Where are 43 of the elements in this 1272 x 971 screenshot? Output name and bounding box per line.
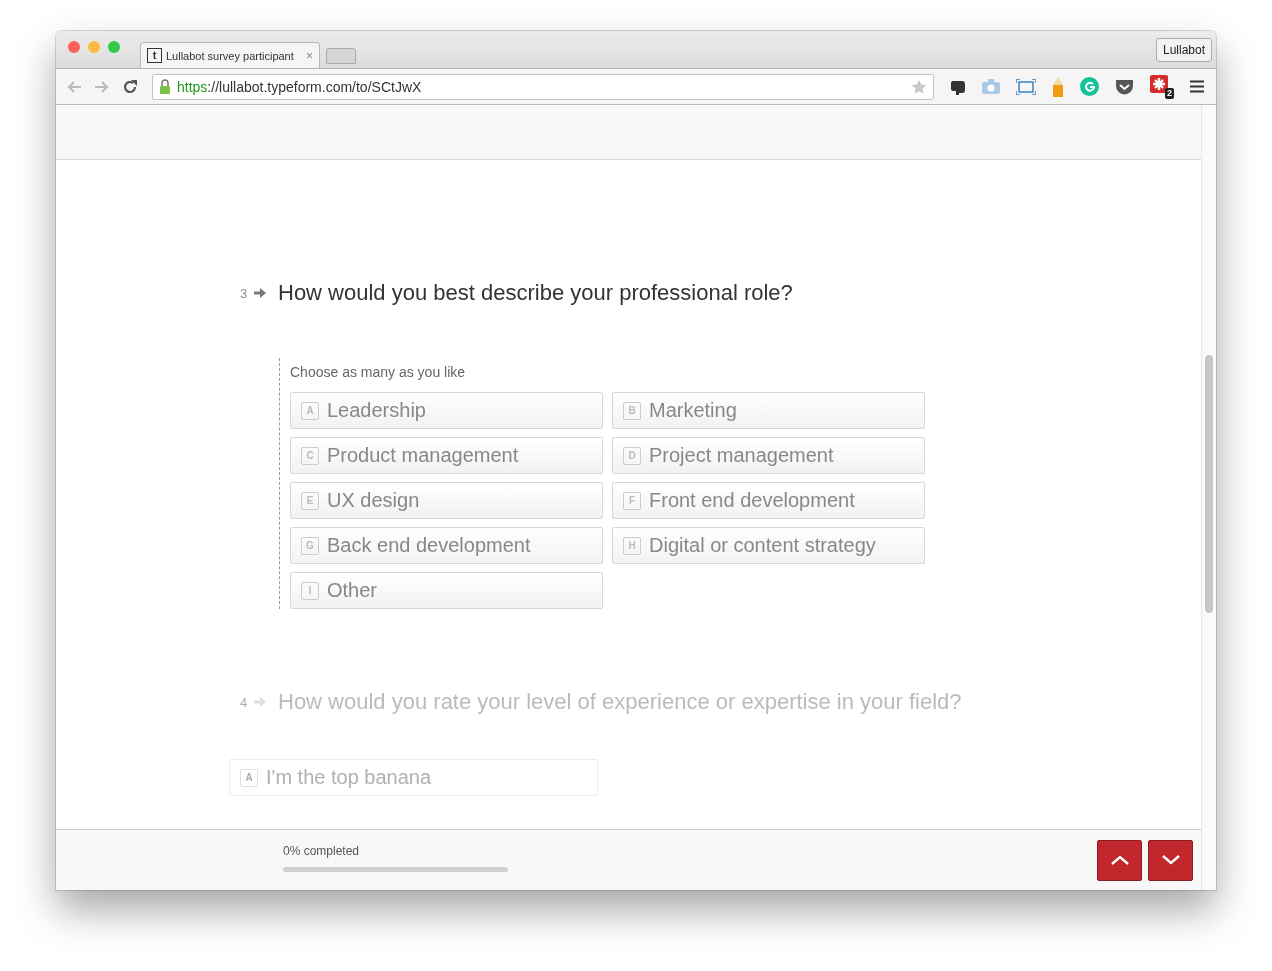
- question-hint: Choose as many as you like: [290, 364, 467, 380]
- choice-option[interactable]: D Project management: [612, 437, 925, 474]
- previous-question-button[interactable]: [1097, 839, 1142, 881]
- question-title: How would you rate your level of experience or expertise in your field?: [278, 689, 962, 715]
- progress-text: 0% completed: [283, 844, 361, 858]
- choice-option[interactable]: A I'm the top banana: [229, 759, 598, 796]
- extension-icon[interactable]: [1150, 74, 1168, 93]
- camera-icon[interactable]: [982, 79, 1000, 94]
- question-number: 3: [240, 285, 249, 301]
- choice-option[interactable]: H Digital or content strategy: [612, 527, 925, 564]
- choice-option[interactable]: C Product management: [290, 437, 603, 474]
- next-question-button[interactable]: [1148, 839, 1193, 881]
- extension-badge: 2: [1165, 87, 1174, 99]
- choice-option[interactable]: E UX design: [290, 482, 603, 519]
- scrollbar-thumb[interactable]: [1205, 355, 1213, 613]
- choice-option[interactable]: B Marketing: [612, 392, 925, 429]
- forward-icon[interactable]: [94, 79, 110, 94]
- new-tab-button[interactable]: [326, 48, 356, 64]
- choice-option[interactable]: G Back end development: [290, 527, 603, 564]
- reload-icon[interactable]: [122, 78, 138, 95]
- choice-option[interactable]: F Front end development: [612, 482, 925, 519]
- question-number: 4: [240, 694, 249, 710]
- profile-button[interactable]: Lullabot: [1155, 37, 1212, 62]
- menu-icon[interactable]: [1190, 80, 1204, 93]
- chevron-down-icon: [1161, 855, 1180, 865]
- arrow-icon: [254, 697, 266, 707]
- pencil-icon[interactable]: [1052, 76, 1064, 97]
- pocket-icon[interactable]: [1115, 78, 1134, 95]
- choice-option[interactable]: A Leadership: [290, 392, 603, 429]
- minimize-window-button[interactable]: [88, 40, 100, 53]
- close-tab-button[interactable]: ×: [306, 48, 313, 63]
- chevron-up-icon: [1110, 855, 1129, 865]
- screen-capture-icon[interactable]: [1016, 78, 1036, 95]
- arrow-icon: [254, 288, 266, 298]
- zoom-window-button[interactable]: [108, 40, 120, 53]
- star-icon[interactable]: [911, 78, 927, 95]
- address-bar[interactable]: https://lullabot.typeform.com/to/SCtJwX: [152, 73, 934, 100]
- close-window-button[interactable]: [68, 40, 80, 53]
- back-icon[interactable]: [66, 79, 82, 94]
- favicon: t: [147, 48, 162, 63]
- question-title: How would you best describe your professional role?: [278, 280, 793, 306]
- browser-tab[interactable]: t Lullabot survey participant ×: [140, 42, 320, 68]
- grammarly-icon[interactable]: [1080, 77, 1099, 96]
